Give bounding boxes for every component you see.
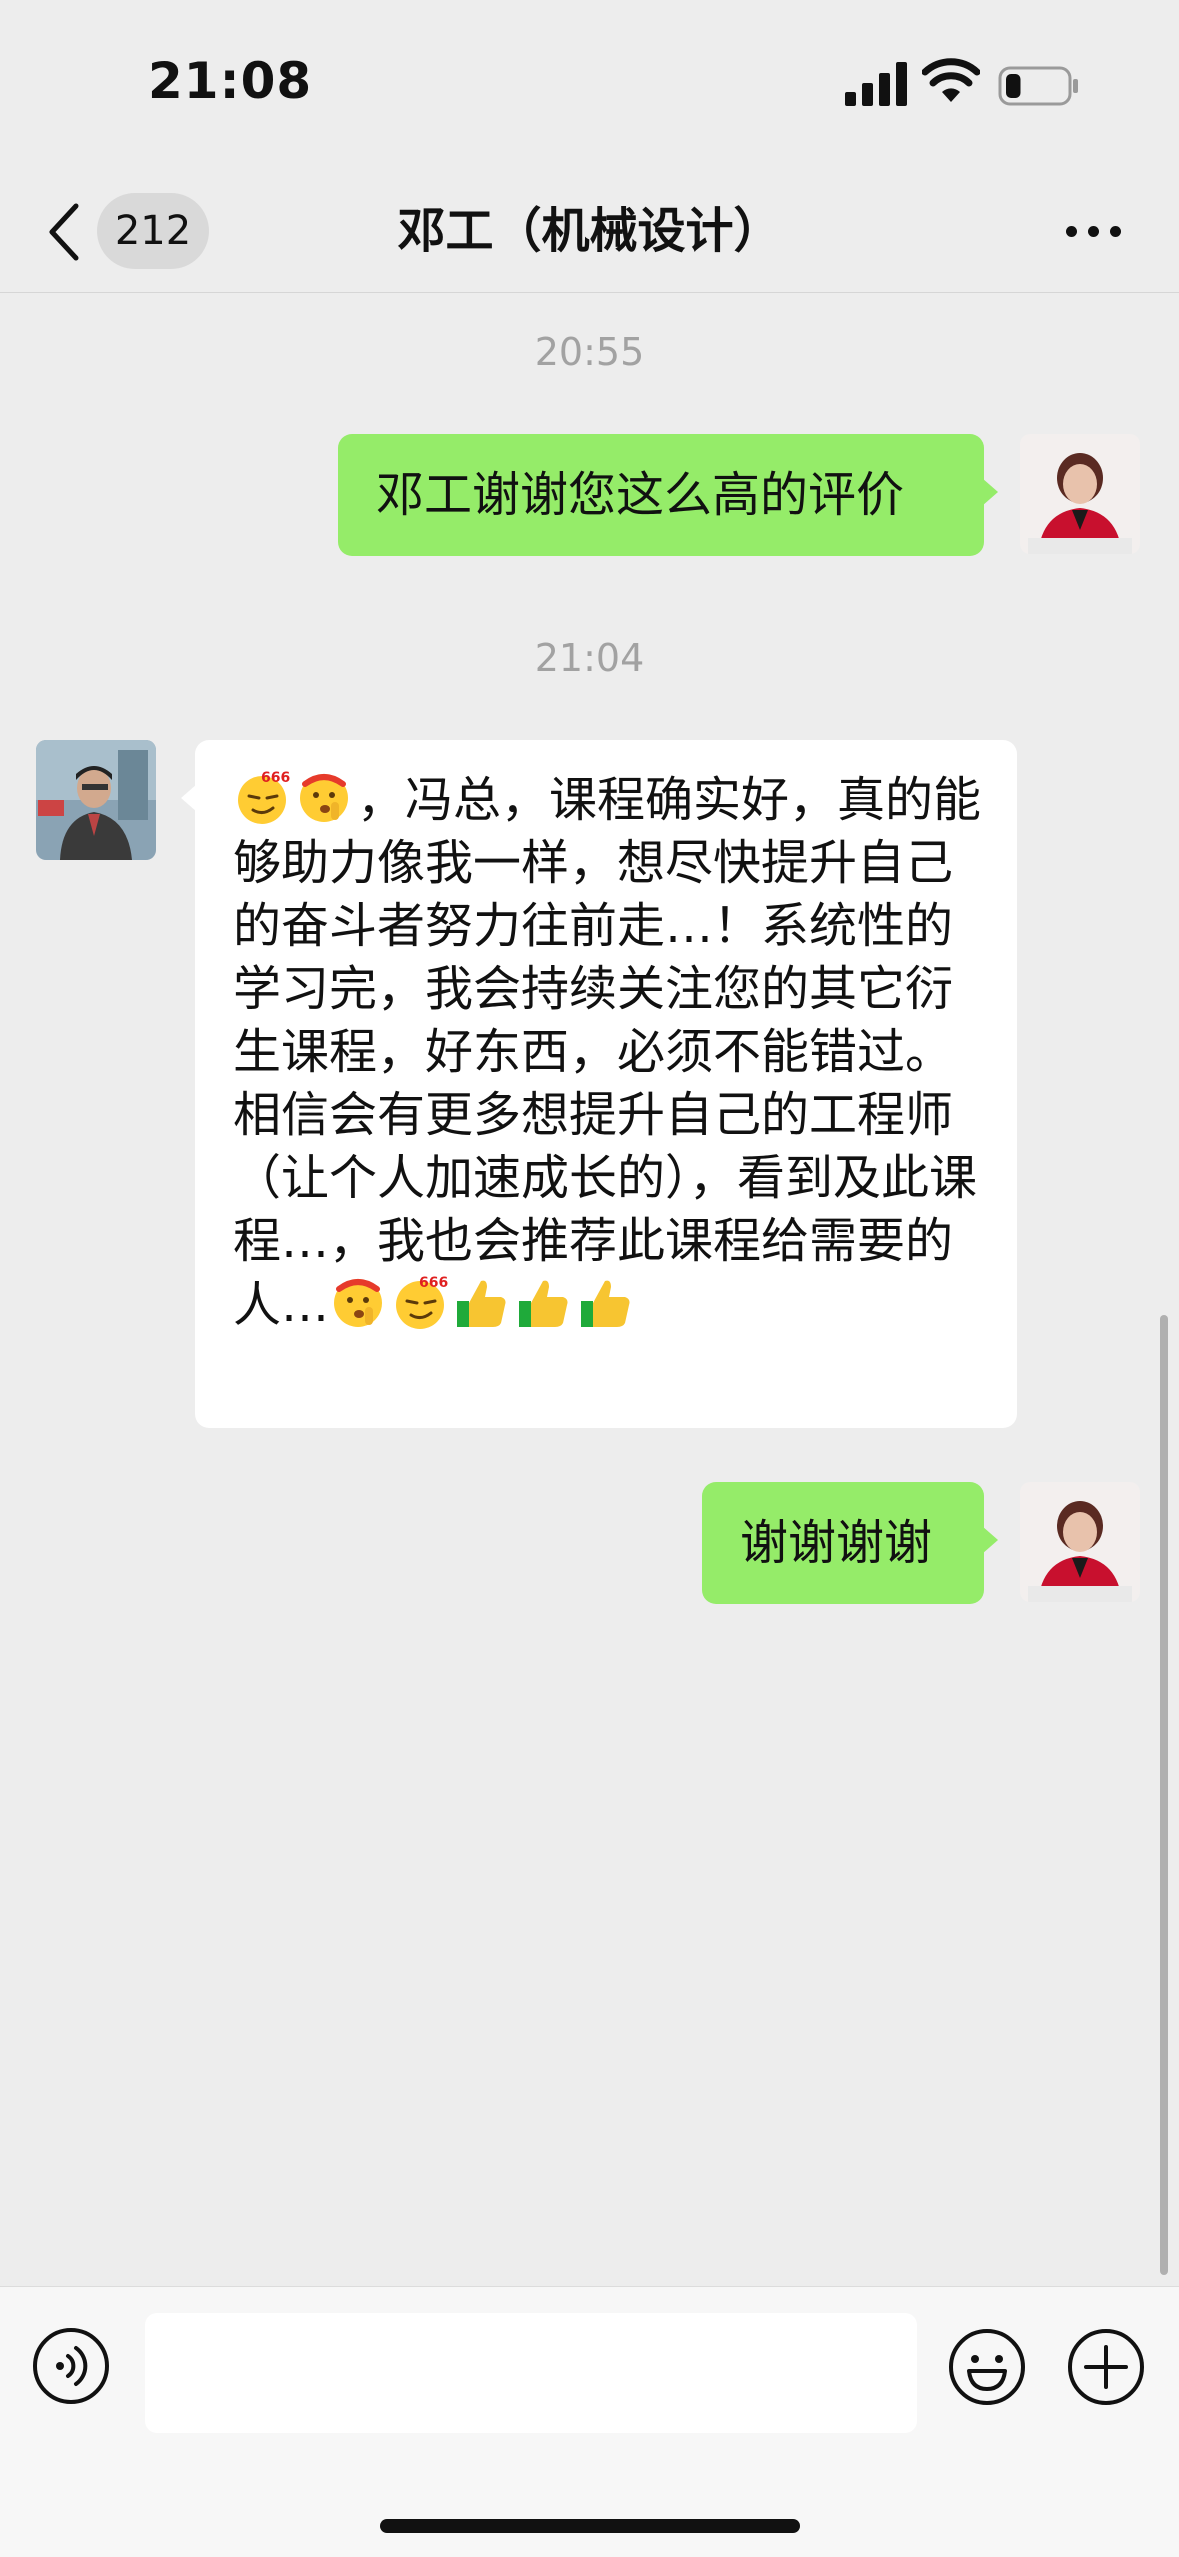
voice-input-icon[interactable] <box>32 2327 110 2405</box>
message-timestamp: 21:04 <box>534 636 645 680</box>
shush-emoji <box>300 774 348 822</box>
message-timestamp: 20:55 <box>534 330 645 374</box>
input-bar <box>0 2286 1179 2557</box>
scrollbar[interactable] <box>1160 1315 1168 2275</box>
thumbs-up-emoji <box>457 1280 506 1327</box>
svg-text:666: 666 <box>261 770 290 786</box>
contact-avatar[interactable] <box>36 740 156 860</box>
cellular-signal-icon <box>845 62 907 106</box>
back-chevron-icon[interactable] <box>46 202 82 262</box>
shush-emoji <box>334 1279 383 1327</box>
my-avatar[interactable] <box>1020 434 1140 554</box>
my-avatar[interactable] <box>1020 1482 1140 1602</box>
more-options-icon[interactable] <box>1060 215 1128 247</box>
status-bar: 21:08 <box>0 0 1179 170</box>
smirk-666-emoji: 666 <box>396 1275 448 1329</box>
home-indicator <box>380 2519 800 2533</box>
thumbs-up-emoji <box>519 1280 568 1327</box>
wifi-icon <box>922 58 980 102</box>
plus-icon[interactable] <box>1066 2327 1146 2407</box>
status-time: 21:08 <box>148 52 313 110</box>
received-message-text: ，冯总，课程确实好，真的能够助力像我一样，想尽快提升自己的奋斗者努力往前走…！系… <box>233 772 982 1333</box>
sent-message-bubble[interactable]: 邓工谢谢您这么高的评价 <box>338 434 998 556</box>
chat-header: 212 邓工（机械设计） <box>0 170 1179 293</box>
sent-message-bubble[interactable]: 谢谢谢谢 <box>702 1482 998 1604</box>
smirk-666-emoji: 666 <box>238 770 290 824</box>
received-message-bubble[interactable]: 666 ，冯总，课程确实好，真的能够助力像我一样，想尽快提升自己的奋斗者努力往前… <box>181 740 1017 1428</box>
thumbs-up-emoji <box>581 1280 630 1327</box>
svg-text:666: 666 <box>419 1275 448 1291</box>
message-input[interactable] <box>145 2313 917 2433</box>
unread-count-badge[interactable]: 212 <box>97 193 209 269</box>
emoji-face-icon[interactable] <box>947 2327 1027 2407</box>
battery-icon <box>998 66 1078 106</box>
